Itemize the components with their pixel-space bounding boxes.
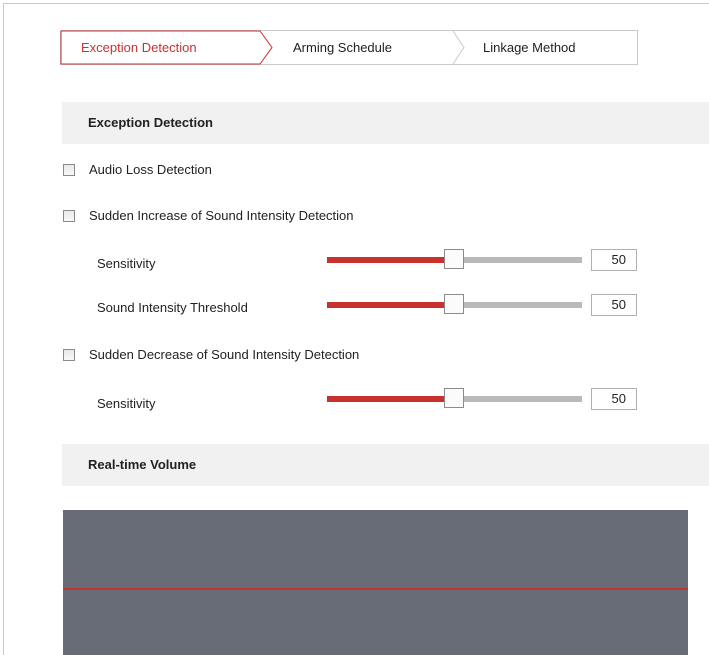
threshold-slider[interactable] [327, 294, 582, 316]
tab-arming-schedule[interactable]: Arming Schedule [293, 31, 392, 64]
tab-separator [453, 30, 465, 65]
slider-fill [327, 396, 454, 402]
audio-loss-label: Audio Loss Detection [89, 162, 212, 177]
threshold-input[interactable]: 50 [591, 294, 637, 316]
increase-sensitivity-input[interactable]: 50 [591, 249, 637, 271]
slider-thumb[interactable] [444, 388, 464, 408]
tab-bar: Exception Detection Arming Schedule Link… [60, 30, 638, 65]
increase-sensitivity-label: Sensitivity [97, 256, 156, 271]
sudden-increase-label: Sudden Increase of Sound Intensity Detec… [89, 208, 354, 223]
decrease-sensitivity-input[interactable]: 50 [591, 388, 637, 410]
decrease-sensitivity-label: Sensitivity [97, 396, 156, 411]
slider-thumb[interactable] [444, 294, 464, 314]
slider-fill [327, 302, 454, 308]
decrease-sensitivity-slider[interactable] [327, 388, 582, 410]
realtime-volume-header: Real-time Volume [62, 444, 709, 486]
increase-sensitivity-slider[interactable] [327, 249, 582, 271]
audio-loss-checkbox[interactable] [63, 163, 75, 176]
slider-fill [327, 257, 454, 263]
sudden-decrease-row: Sudden Decrease of Sound Intensity Detec… [63, 345, 359, 365]
sudden-decrease-checkbox[interactable] [63, 348, 75, 361]
sudden-increase-row: Sudden Increase of Sound Intensity Detec… [63, 206, 354, 226]
tab-linkage-method[interactable]: Linkage Method [483, 31, 576, 64]
threshold-label: Sound Intensity Threshold [97, 300, 248, 315]
sudden-increase-checkbox[interactable] [63, 209, 75, 222]
audio-loss-row: Audio Loss Detection [63, 160, 212, 180]
tab-exception-detection[interactable]: Exception Detection [81, 31, 197, 64]
sudden-decrease-label: Sudden Decrease of Sound Intensity Detec… [89, 347, 360, 362]
exception-detection-header: Exception Detection [62, 102, 709, 144]
volume-threshold-line [63, 588, 688, 590]
volume-meter-panel [63, 510, 688, 655]
slider-thumb[interactable] [444, 249, 464, 269]
